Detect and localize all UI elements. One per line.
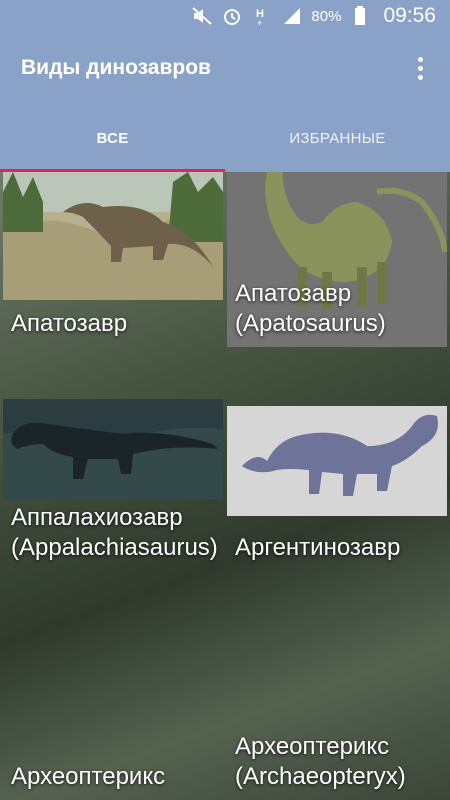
- battery-percent: 80%: [311, 7, 342, 25]
- alarm-icon: [221, 6, 243, 26]
- dinosaur-name: Археоптерикс: [11, 763, 166, 790]
- h-plus-icon: H +: [251, 6, 273, 26]
- tab-all[interactable]: ВСЕ: [0, 104, 225, 172]
- status-bar: H + 80% 09:56: [0, 0, 450, 32]
- app-bar: Виды динозавров: [0, 32, 450, 104]
- dinosaur-card[interactable]: Аппалахиозавр (Appalachiasaurus): [3, 351, 223, 571]
- dinosaur-thumbnail: [3, 172, 223, 300]
- clock: 09:56: [383, 4, 436, 27]
- dinosaur-grid: Апатозавр Апатозавр (Apatosaurus) Аппала…: [0, 172, 450, 800]
- dinosaur-name: Аппалахиозавр (Appalachiasaurus): [11, 504, 218, 561]
- mute-icon: [191, 6, 213, 26]
- battery-icon: [349, 6, 371, 26]
- dinosaur-card[interactable]: Археоптерикс: [3, 575, 223, 800]
- dinosaur-card[interactable]: Аргентинозавр: [227, 351, 447, 571]
- dinosaur-card[interactable]: Апатозавр: [3, 172, 223, 347]
- dinosaur-thumbnail: [227, 406, 447, 516]
- svg-text:+: +: [257, 18, 262, 26]
- tab-bar: ВСЕ ИЗБРАННЫЕ: [0, 104, 450, 172]
- dinosaur-card[interactable]: Апатозавр (Apatosaurus): [227, 172, 447, 347]
- dinosaur-card[interactable]: Археоптерикс (Archaeopteryx): [227, 575, 447, 800]
- tab-favorites[interactable]: ИЗБРАННЫЕ: [225, 104, 450, 172]
- dinosaur-thumbnail: [3, 399, 223, 499]
- dinosaur-name: Апатозавр (Apatosaurus): [235, 280, 386, 337]
- dinosaur-name: Апатозавр: [11, 310, 128, 337]
- app-title: Виды динозавров: [21, 56, 211, 79]
- overflow-menu-icon[interactable]: [400, 48, 440, 88]
- dinosaur-name: Археоптерикс (Archaeopteryx): [235, 733, 406, 790]
- dinosaur-name: Аргентинозавр: [235, 534, 401, 561]
- signal-icon: [281, 6, 303, 26]
